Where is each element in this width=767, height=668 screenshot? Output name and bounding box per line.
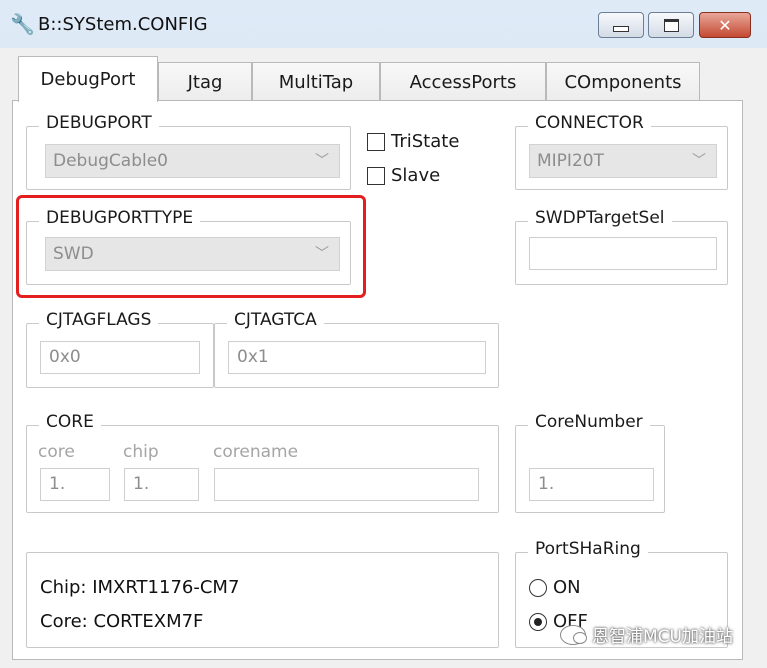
debugport-combo[interactable]: DebugCable0 ﹀ [45,144,340,178]
tab-multitap[interactable]: MultiTap [252,62,380,102]
tab-label: MultiTap [278,72,354,93]
cjtagflags-value: 0x0 [49,347,81,367]
swdptargetsel-input[interactable] [529,237,717,270]
radio-checked-icon [529,612,547,631]
cjtagtca-legend: CJTAGTCA [227,310,324,330]
info-group: Chip: IMXRT1176-CM7 Core: CORTEXM7F [26,552,499,648]
portsharing-legend: PortSHaRing [528,539,648,559]
swdptargetsel-group: SWDPTargetSel [515,208,728,285]
chevron-down-icon: ﹀ [692,153,706,169]
portsharing-on-radio[interactable]: ON [529,577,581,598]
radio-unchecked-icon [529,578,547,597]
minimize-icon [613,26,629,32]
watermark: 恩智浦MCU加油站 [560,622,733,647]
title-bar[interactable]: 🔧 B::SYStem.CONFIG ✕ [0,0,767,48]
chip-value: 1. [133,474,150,494]
tab-panel-debugport: DEBUGPORT DebugCable0 ﹀ TriState Slave C… [12,100,743,660]
core-info: Core: CORTEXM7F [40,611,204,632]
debugporttype-legend: DEBUGPORTTYPE [39,208,201,228]
maximize-icon [663,18,679,32]
corename-sublabel: corename [213,442,299,462]
corenumber-legend: CoreNumber [528,412,650,432]
debugport-group: DEBUGPORT DebugCable0 ﹀ [26,113,351,190]
tab-accessports[interactable]: AccessPorts [380,62,546,102]
tristate-checkbox[interactable]: TriState [367,131,459,152]
maximize-button[interactable] [648,12,694,38]
corenumber-value: 1. [538,474,555,494]
core-sublabel: core [38,442,75,462]
corenumber-group: CoreNumber 1. [515,412,665,513]
portsharing-on-label: ON [553,577,581,598]
cjtagtca-group: CJTAGTCA 0x1 [214,310,499,388]
cjtagtca-input[interactable]: 0x1 [228,341,486,374]
close-icon: ✕ [718,15,732,35]
corename-input[interactable] [214,468,479,501]
wechat-icon [560,624,587,645]
cjtagflags-group: CJTAGFLAGS 0x0 [26,310,214,388]
checkbox-box [367,132,385,151]
swdptargetsel-legend: SWDPTargetSel [528,208,672,228]
tristate-label: TriState [391,131,460,152]
cjtagflags-legend: CJTAGFLAGS [39,310,159,330]
chevron-down-icon: ﹀ [315,153,329,169]
config-window: 🔧 B::SYStem.CONFIG ✕ DebugPort Jtag Mult… [0,0,767,668]
debugporttype-combo[interactable]: SWD ﹀ [45,237,340,271]
cjtagtca-value: 0x1 [237,347,269,367]
core-group: CORE core chip corename 1. 1. [26,412,499,513]
checkbox-box [367,166,385,185]
chip-sublabel: chip [123,442,159,462]
chevron-down-icon: ﹀ [315,246,329,262]
tab-debugport[interactable]: DebugPort [18,56,158,102]
corenumber-input[interactable]: 1. [529,468,654,501]
connector-group: CONNECTOR MIPI20T ﹀ [515,113,728,190]
debugporttype-group: DEBUGPORTTYPE SWD ﹀ [26,208,351,285]
window-title: B::SYStem.CONFIG [38,14,208,35]
chip-input[interactable]: 1. [124,468,199,501]
core-input[interactable]: 1. [40,468,110,501]
slave-label: Slave [391,165,441,186]
tab-jtag[interactable]: Jtag [158,62,252,102]
tab-label: DebugPort [40,69,136,90]
watermark-text: 恩智浦MCU加油站 [592,627,733,647]
wrench-icon: 🔧 [10,12,35,36]
debugporttype-value: SWD [53,244,94,264]
close-button[interactable]: ✕ [699,12,751,38]
tab-components[interactable]: COmponents [546,62,700,102]
core-value: 1. [49,474,66,494]
core-legend: CORE [39,412,101,432]
slave-checkbox[interactable]: Slave [367,165,440,186]
tab-label: AccessPorts [409,72,517,93]
cjtagflags-input[interactable]: 0x0 [40,341,200,374]
chip-info: Chip: IMXRT1176-CM7 [40,577,240,598]
connector-value: MIPI20T [537,151,604,171]
connector-legend: CONNECTOR [528,113,651,133]
minimize-button[interactable] [598,12,644,38]
connector-combo[interactable]: MIPI20T ﹀ [529,144,717,178]
debugport-legend: DEBUGPORT [39,113,159,133]
tab-label: COmponents [564,72,682,93]
debugport-value: DebugCable0 [53,151,168,171]
tab-label: Jtag [187,72,223,93]
